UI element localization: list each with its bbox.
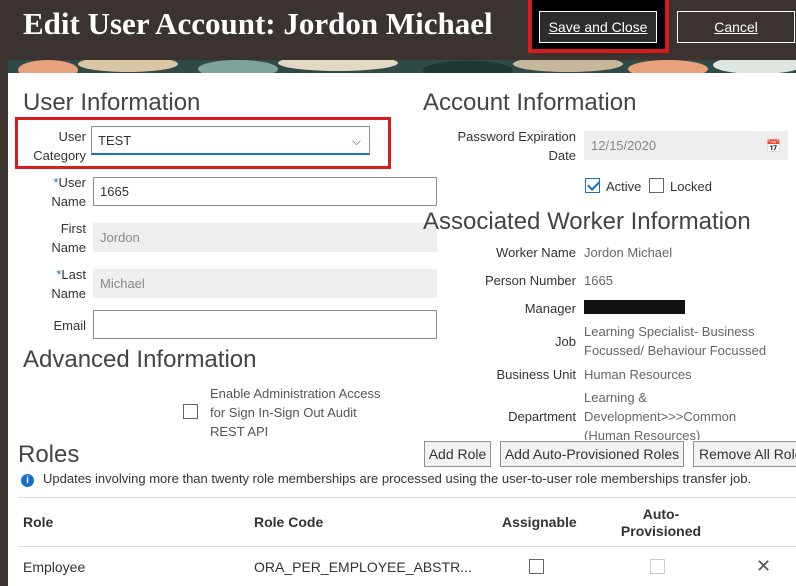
last-name-label-line2: Name xyxy=(51,286,86,301)
person-number-value: 1665 xyxy=(584,273,613,288)
email-field[interactable] xyxy=(93,310,437,339)
roles-info-message: i Updates involving more than twenty role… xyxy=(21,471,751,487)
password-expiration-label-line2: Date xyxy=(548,148,576,163)
department-value-line3: (Human Resources) xyxy=(584,428,701,440)
column-header-auto-provisioned[interactable]: Auto- Provisioned xyxy=(611,506,711,540)
add-role-button[interactable]: Add Role xyxy=(424,441,491,467)
password-expiration-value: 12/15/2020 xyxy=(591,138,657,153)
first-name-label-line1: First xyxy=(60,221,86,236)
add-auto-provisioned-roles-button[interactable]: Add Auto-Provisioned Roles xyxy=(500,441,684,467)
roles-title: Roles xyxy=(18,441,80,468)
user-category-label-line1: User xyxy=(58,129,86,144)
role-name-cell: Employee xyxy=(23,559,86,575)
last-name-label-line1: Last xyxy=(61,267,86,282)
job-value-line2: Focussed/ Behaviour Focussed xyxy=(584,343,767,358)
calendar-icon: 📅 xyxy=(766,139,781,153)
auto-provisioned-checkbox xyxy=(650,559,665,574)
job-label: Job xyxy=(555,334,576,349)
job-value: Learning Specialist- Business Focussed/ … xyxy=(584,322,766,360)
password-expiration-field: 12/15/2020 📅 xyxy=(584,131,788,160)
left-edge-bar xyxy=(0,60,8,586)
department-value: Learning & Development>>>Common (Human R… xyxy=(584,388,736,440)
remove-role-close-icon[interactable]: ✕ xyxy=(756,556,771,577)
roles-info-text: Updates involving more than twenty role … xyxy=(43,471,752,486)
worker-name-label: Worker Name xyxy=(496,245,576,260)
business-unit-value: Human Resources xyxy=(584,367,692,382)
manager-label: Manager xyxy=(524,301,576,316)
password-expiration-label-line1: Password Expiration xyxy=(457,129,577,144)
active-label: Active xyxy=(606,179,642,194)
manager-redacted xyxy=(584,300,685,314)
account-information-title: Account Information xyxy=(423,89,637,116)
admin-access-label-line3: REST API xyxy=(210,424,269,439)
business-unit-label: Business Unit xyxy=(496,367,576,382)
column-header-auto-provisioned-line2: Provisioned xyxy=(620,523,702,539)
email-label: Email xyxy=(53,318,86,333)
admin-access-label: Enable Administration Access for Sign In… xyxy=(210,384,381,441)
first-name-field: Jordon xyxy=(93,223,437,252)
last-name-label: *Last Name xyxy=(20,265,86,303)
first-name-label: First Name xyxy=(20,219,86,257)
user-category-label-line2: Category xyxy=(33,148,86,163)
column-header-role-code[interactable]: Role Code xyxy=(254,514,323,530)
page-title: Edit User Account: Jordon Michael xyxy=(23,6,493,41)
user-name-field[interactable]: 1665 xyxy=(93,177,437,206)
admin-access-checkbox[interactable] xyxy=(183,404,198,419)
column-header-role[interactable]: Role xyxy=(23,514,53,530)
remove-all-roles-button[interactable]: Remove All Roles xyxy=(693,441,796,467)
job-value-line1: Learning Specialist- Business xyxy=(584,324,755,339)
last-name-field: Michael xyxy=(93,269,437,298)
admin-access-label-line1: Enable Administration Access xyxy=(210,386,381,401)
save-and-close-button[interactable]: Save and Close xyxy=(539,11,657,43)
active-checkbox[interactable] xyxy=(585,178,600,193)
person-number-label: Person Number xyxy=(484,273,576,288)
user-category-value: TEST xyxy=(98,132,132,148)
department-value-line1: Learning & xyxy=(584,390,647,405)
assignable-checkbox[interactable] xyxy=(529,559,544,574)
user-name-label-line2: Name xyxy=(51,194,86,209)
user-information-title: User Information xyxy=(23,89,201,116)
department-value-line2: Development>>>Common xyxy=(584,409,737,424)
user-name-label: *User Name xyxy=(20,173,86,211)
info-icon: i xyxy=(21,474,34,487)
department-label: Department xyxy=(508,409,576,424)
column-header-auto-provisioned-line1: Auto- xyxy=(642,506,680,522)
locked-checkbox[interactable] xyxy=(649,178,664,193)
role-code-cell: ORA_PER_EMPLOYEE_ABSTR... xyxy=(254,559,472,575)
associated-worker-title: Associated Worker Information xyxy=(423,208,751,235)
locked-label: Locked xyxy=(670,179,712,194)
user-category-select[interactable]: TEST ⌵ xyxy=(91,126,370,155)
first-name-label-line2: Name xyxy=(51,240,86,255)
cancel-button[interactable]: Cancel xyxy=(677,11,795,43)
worker-name-value: Jordon Michael xyxy=(584,245,673,260)
user-category-label: User Category xyxy=(20,127,86,165)
chevron-down-icon[interactable]: ⌵ xyxy=(352,134,361,149)
cancel-button-label: Cancel xyxy=(714,19,758,35)
password-expiration-label: Password Expiration Date xyxy=(430,127,577,165)
decorative-banner xyxy=(8,60,796,73)
user-name-label-line1: User xyxy=(58,175,86,190)
column-header-assignable[interactable]: Assignable xyxy=(502,514,577,530)
advanced-information-title: Advanced Information xyxy=(23,346,257,373)
admin-access-label-line2: for Sign In-Sign Out Audit xyxy=(210,405,357,420)
